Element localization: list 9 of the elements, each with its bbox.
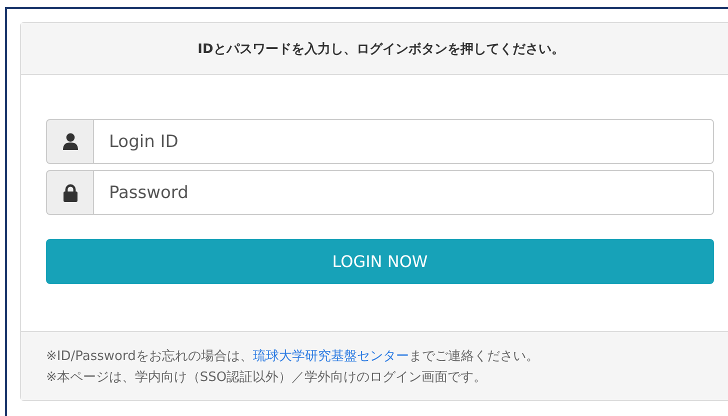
input-field[interactable]: Login ID [93,119,714,164]
user-icon [62,133,78,150]
instruction-text: IDとパスワードを入力し、ログインボタンを押してください。 [198,40,564,58]
input-field[interactable]: Password [93,170,714,215]
note-text: ※本ページは、学内向け（SSO認証以外）／学外向けのログイン画面です。 [46,369,488,387]
login-button[interactable]: LOGIN NOW [46,239,714,284]
lock-icon [62,184,78,202]
support-link[interactable]: 琉球大学研究基盤センター [252,349,409,364]
note-text: ※ID/Passwordをお忘れの場合は、琉球大学研究基盤センター までご連絡ください。 [46,348,540,366]
